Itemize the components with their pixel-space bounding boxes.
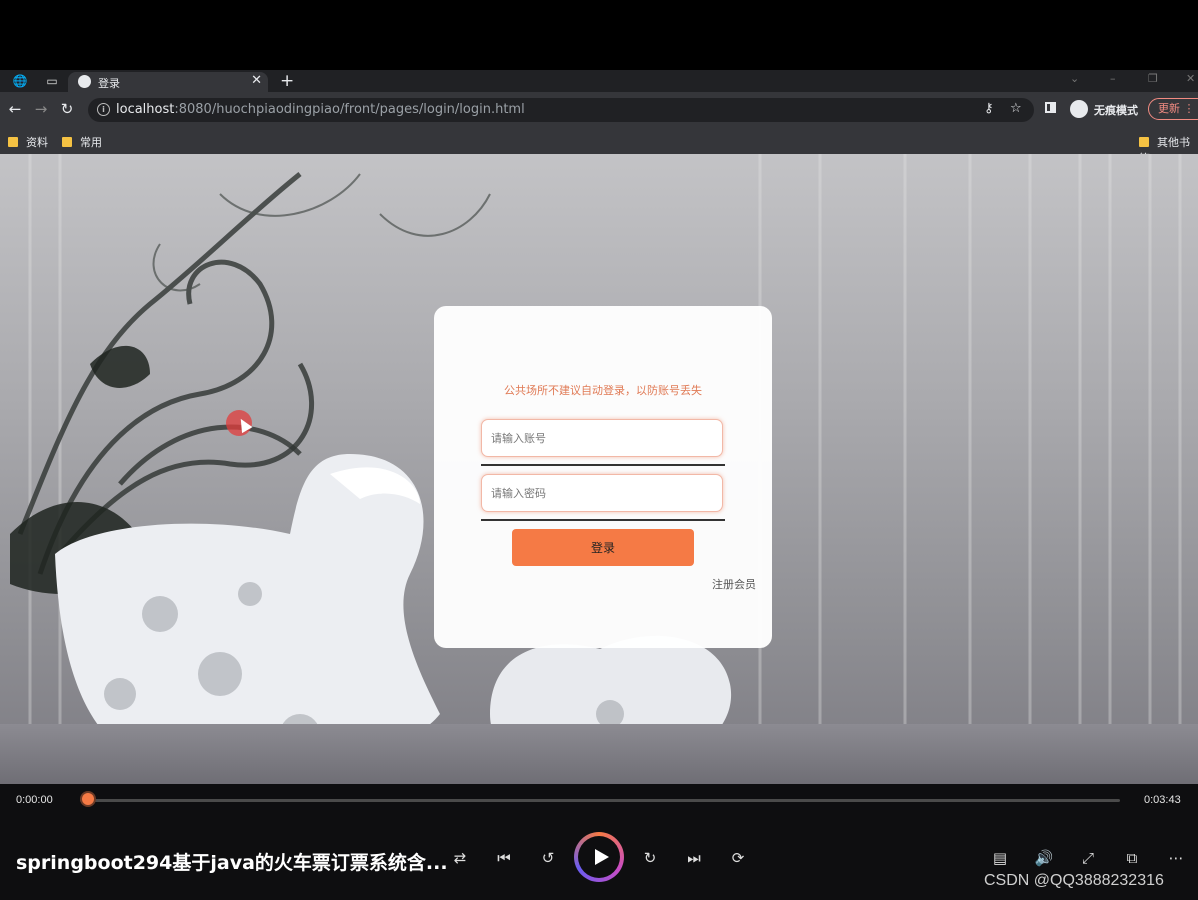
- incognito-icon[interactable]: [1070, 100, 1088, 118]
- floor-reflection: [0, 724, 1198, 784]
- video-player-controls: 0:00:00 0:03:43 springboot294基于java的火车票订…: [0, 784, 1198, 900]
- bookmarks-bar: 资料 常用 其他书签: [0, 128, 1198, 165]
- forward-30-icon[interactable]: ↻: [638, 848, 662, 868]
- tab-search-icon[interactable]: ▭: [44, 73, 60, 89]
- url-host: localhost: [116, 102, 175, 117]
- new-tab-icon[interactable]: +: [280, 71, 294, 91]
- account-input[interactable]: [481, 419, 723, 457]
- bookmark-label: 资料: [26, 136, 48, 149]
- skip-next-icon[interactable]: ⏭: [682, 848, 706, 868]
- globe-icon[interactable]: 🌐: [12, 73, 28, 89]
- toolbar: ← → ↻ i localhost:8080/huochpiaodingpiao…: [0, 92, 1198, 128]
- star-icon[interactable]: ☆: [1010, 101, 1022, 116]
- minimize-icon[interactable]: –: [1110, 72, 1116, 85]
- tab-list-chevron-icon[interactable]: ⌄: [1070, 72, 1079, 85]
- bookmark-folder-changyong[interactable]: 常用: [62, 134, 102, 150]
- video-title: springboot294基于java的火车票订票系统含...: [16, 852, 448, 874]
- key-icon[interactable]: ⚷: [984, 101, 994, 116]
- more-icon[interactable]: ⋯: [1164, 848, 1188, 868]
- login-form: 公共场所不建议自动登录，以防账号丢失 登录 注册会员: [434, 306, 772, 648]
- watermark: CSDN @QQ3888232316: [984, 872, 1164, 889]
- forward-arrow-icon[interactable]: →: [32, 100, 50, 118]
- subtitles-icon[interactable]: ▤: [988, 848, 1012, 868]
- tab-login[interactable]: 登录 ✕: [68, 72, 268, 92]
- folder-icon: [1139, 137, 1149, 147]
- play-button-inner: [578, 836, 620, 878]
- loop-icon[interactable]: ⟳: [726, 848, 750, 868]
- incognito-label[interactable]: 无痕模式: [1094, 102, 1138, 118]
- password-underline: [481, 519, 725, 521]
- total-time: 0:03:43: [1144, 794, 1181, 806]
- play-icon: [595, 849, 609, 865]
- register-link[interactable]: 注册会员: [712, 576, 756, 592]
- password-input[interactable]: [481, 474, 723, 512]
- close-window-icon[interactable]: ✕: [1186, 72, 1195, 85]
- restore-icon[interactable]: ❐: [1148, 72, 1158, 85]
- login-page: 公共场所不建议自动登录，以防账号丢失 登录 注册会员: [0, 154, 1198, 784]
- tab-title: 登录: [98, 77, 120, 90]
- volume-icon[interactable]: 🔊: [1032, 848, 1056, 868]
- side-panel-icon[interactable]: [1045, 102, 1056, 113]
- browser-chrome: 🌐 ▭ 登录 ✕ + ⌄ – ❐ ✕ ← → ↻ i localhost:808…: [0, 70, 1198, 165]
- tab-bar: 🌐 ▭ 登录 ✕ + ⌄ – ❐ ✕: [0, 70, 1198, 92]
- login-button[interactable]: 登录: [512, 529, 694, 566]
- top-letterbox: [0, 0, 1198, 70]
- play-button[interactable]: [574, 832, 624, 882]
- url-path: :8080/huochpiaodingpiao/front/pages/logi…: [174, 102, 525, 117]
- progress-bar[interactable]: [80, 799, 1120, 802]
- progress-handle[interactable]: [82, 793, 94, 805]
- fullscreen-icon[interactable]: ⤢: [1076, 848, 1100, 868]
- reload-icon[interactable]: ↻: [58, 100, 76, 118]
- folder-icon: [8, 137, 18, 147]
- bookmark-label: 常用: [80, 136, 102, 149]
- security-notice: 公共场所不建议自动登录，以防账号丢失: [504, 384, 702, 397]
- tab-close-icon[interactable]: ✕: [251, 73, 262, 88]
- picture-in-picture-icon[interactable]: ⧉: [1120, 848, 1144, 868]
- address-bar[interactable]: i localhost:8080/huochpiaodingpiao/front…: [88, 98, 1034, 122]
- current-time: 0:00:00: [16, 794, 53, 806]
- update-label: 更新: [1158, 102, 1180, 115]
- rewind-10-icon[interactable]: ↺: [536, 848, 560, 868]
- skip-previous-icon[interactable]: ⏮: [492, 848, 516, 868]
- url-text[interactable]: localhost:8080/huochpiaodingpiao/front/p…: [116, 102, 525, 117]
- shuffle-icon[interactable]: ⇄: [448, 848, 472, 868]
- favicon-icon: [78, 75, 91, 88]
- update-button[interactable]: 更新 ⋮: [1148, 98, 1198, 120]
- back-arrow-icon[interactable]: ←: [6, 100, 24, 118]
- folder-icon: [62, 137, 72, 147]
- bookmark-folder-ziliao[interactable]: 资料: [8, 134, 48, 150]
- site-info-icon[interactable]: i: [97, 103, 110, 116]
- account-underline: [481, 464, 725, 466]
